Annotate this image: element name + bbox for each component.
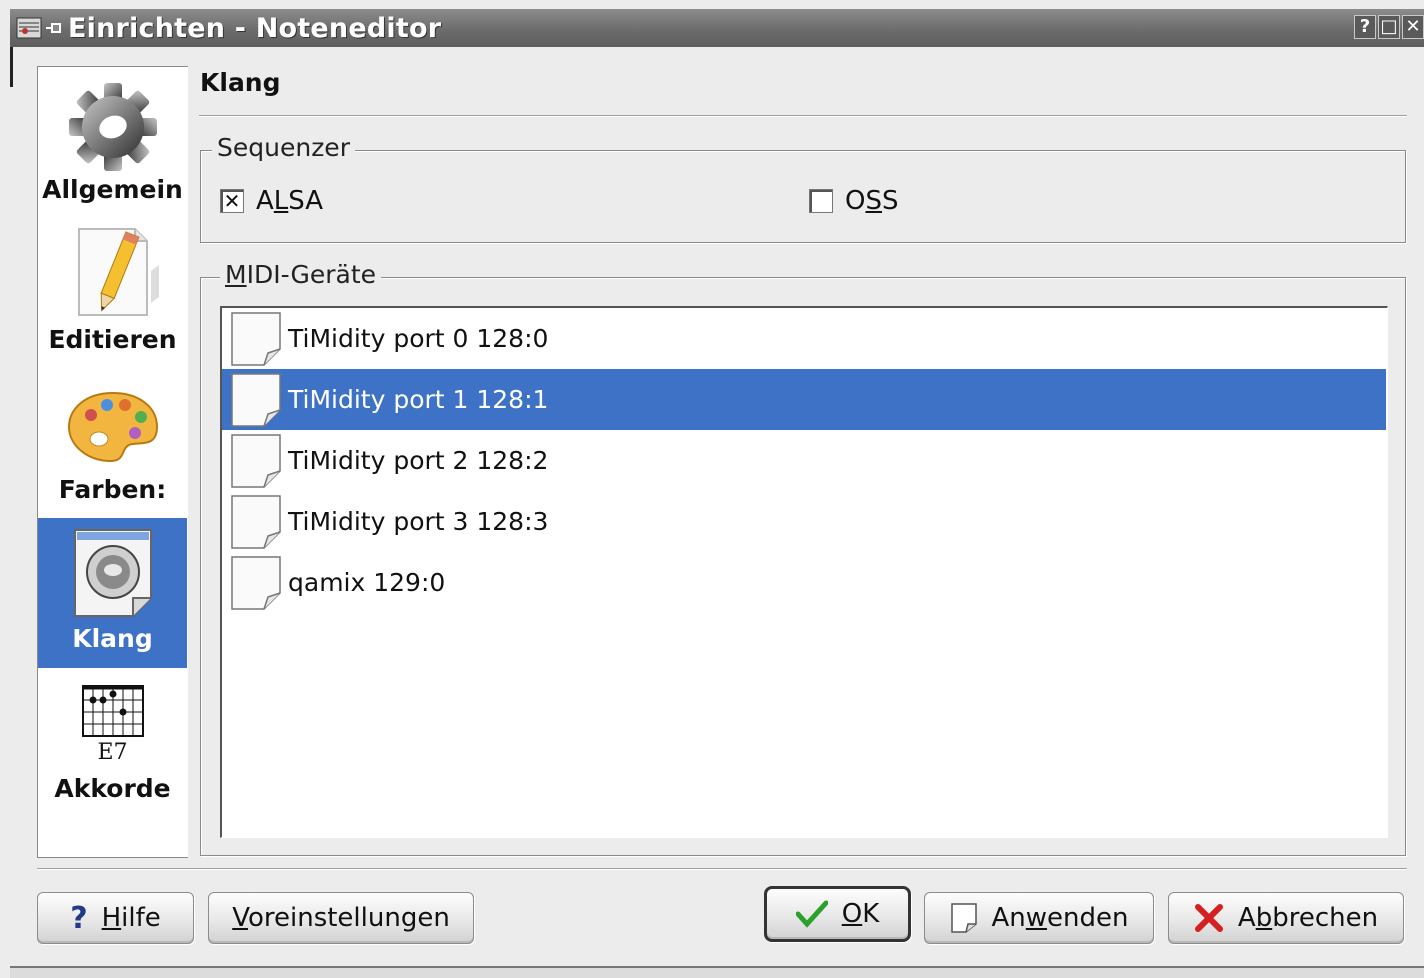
title-bar[interactable]: Einrichten - Noteneditor ? □ ✕	[10, 9, 1424, 47]
sidebar-item-label: Farben:	[58, 475, 167, 504]
alsa-label: ALSA	[256, 186, 324, 216]
document-icon	[231, 433, 281, 488]
list-item[interactable]: TiMidity port 0 128:0	[222, 308, 1386, 369]
window-bottom-border	[10, 966, 1424, 978]
list-item-selected[interactable]: TiMidity port 1 128:1	[222, 369, 1386, 430]
chord-diagram-icon	[81, 685, 144, 737]
gear-icon	[68, 83, 157, 171]
cancel-button[interactable]: Abbrechen	[1168, 892, 1404, 944]
speaker-icon	[73, 529, 152, 617]
palette-icon	[67, 391, 158, 463]
page-title: Klang	[200, 68, 281, 97]
close-button[interactable]: ✕	[1402, 15, 1424, 39]
alsa-checkbox[interactable]: ✕ ALSA	[220, 186, 323, 216]
defaults-label: Voreinstellungen	[232, 903, 450, 933]
checkmark-icon	[795, 900, 828, 928]
app-icon[interactable]	[16, 15, 42, 41]
help-title-button[interactable]: ?	[1354, 15, 1376, 39]
sidebar-item-allgemein[interactable]: Allgemein	[38, 67, 187, 217]
question-mark-icon: ?	[70, 900, 88, 936]
cancel-label: Abbrechen	[1237, 903, 1379, 933]
document-icon	[231, 372, 281, 427]
apply-label: Anwenden	[991, 903, 1129, 933]
sequencer-group	[200, 150, 1406, 243]
sequencer-group-title: Sequenzer	[212, 133, 355, 162]
device-name: TiMidity port 2 128:2	[288, 446, 549, 475]
midi-group-title: MIDI-Geräte	[220, 260, 382, 289]
list-item[interactable]: TiMidity port 3 128:3	[222, 491, 1386, 552]
document-icon	[231, 311, 281, 366]
sidebar-item-label: Akkorde	[54, 774, 171, 803]
device-name: TiMidity port 1 128:1	[288, 385, 549, 414]
device-name: TiMidity port 0 128:0	[288, 324, 549, 353]
device-name: TiMidity port 3 128:3	[288, 507, 549, 536]
help-button[interactable]: ? Hilfe	[37, 892, 194, 944]
ok-label: OK	[841, 899, 880, 929]
window-title: Einrichten - Noteneditor	[68, 12, 442, 44]
ok-button[interactable]: OK	[764, 886, 911, 942]
apply-button[interactable]: Anwenden	[924, 892, 1154, 944]
document-blank-icon	[950, 902, 978, 934]
list-item[interactable]: TiMidity port 2 128:2	[222, 430, 1386, 491]
pin-icon[interactable]	[44, 18, 64, 38]
sidebar-item-label: Klang	[72, 624, 153, 653]
sidebar-item-klang[interactable]: Klang	[38, 518, 187, 668]
pencil-document-icon	[77, 228, 159, 316]
maximize-button[interactable]: □	[1378, 15, 1400, 39]
window-frame	[10, 47, 13, 87]
defaults-button[interactable]: Voreinstellungen	[208, 892, 474, 944]
page-icon-list[interactable]: Allgemein Editieren Farben: Klang E7 Akk…	[37, 66, 188, 858]
document-icon	[231, 494, 281, 549]
checkbox-checked-icon[interactable]: ✕	[220, 189, 244, 213]
device-name: qamix 129:0	[288, 568, 446, 597]
list-item[interactable]: qamix 129:0	[222, 552, 1386, 613]
header-divider	[199, 115, 1407, 117]
sidebar-item-akkorde[interactable]: E7 Akkorde	[38, 668, 187, 818]
oss-checkbox[interactable]: OSS	[809, 186, 899, 216]
sidebar-item-label: Allgemein	[42, 175, 183, 204]
chord-name: E7	[97, 740, 128, 765]
midi-device-list[interactable]: TiMidity port 0 128:0 TiMidity port 1 12…	[220, 306, 1388, 838]
checkbox-unchecked-icon[interactable]	[809, 189, 833, 213]
help-label: Hilfe	[101, 903, 161, 933]
button-bar-divider	[37, 868, 1407, 870]
sidebar-item-label: Editieren	[48, 325, 177, 354]
cancel-x-icon	[1194, 903, 1224, 933]
document-icon	[231, 555, 281, 610]
sidebar-item-farben[interactable]: Farben:	[38, 367, 187, 517]
oss-label: OSS	[845, 186, 899, 216]
sidebar-item-editieren[interactable]: Editieren	[38, 217, 187, 367]
